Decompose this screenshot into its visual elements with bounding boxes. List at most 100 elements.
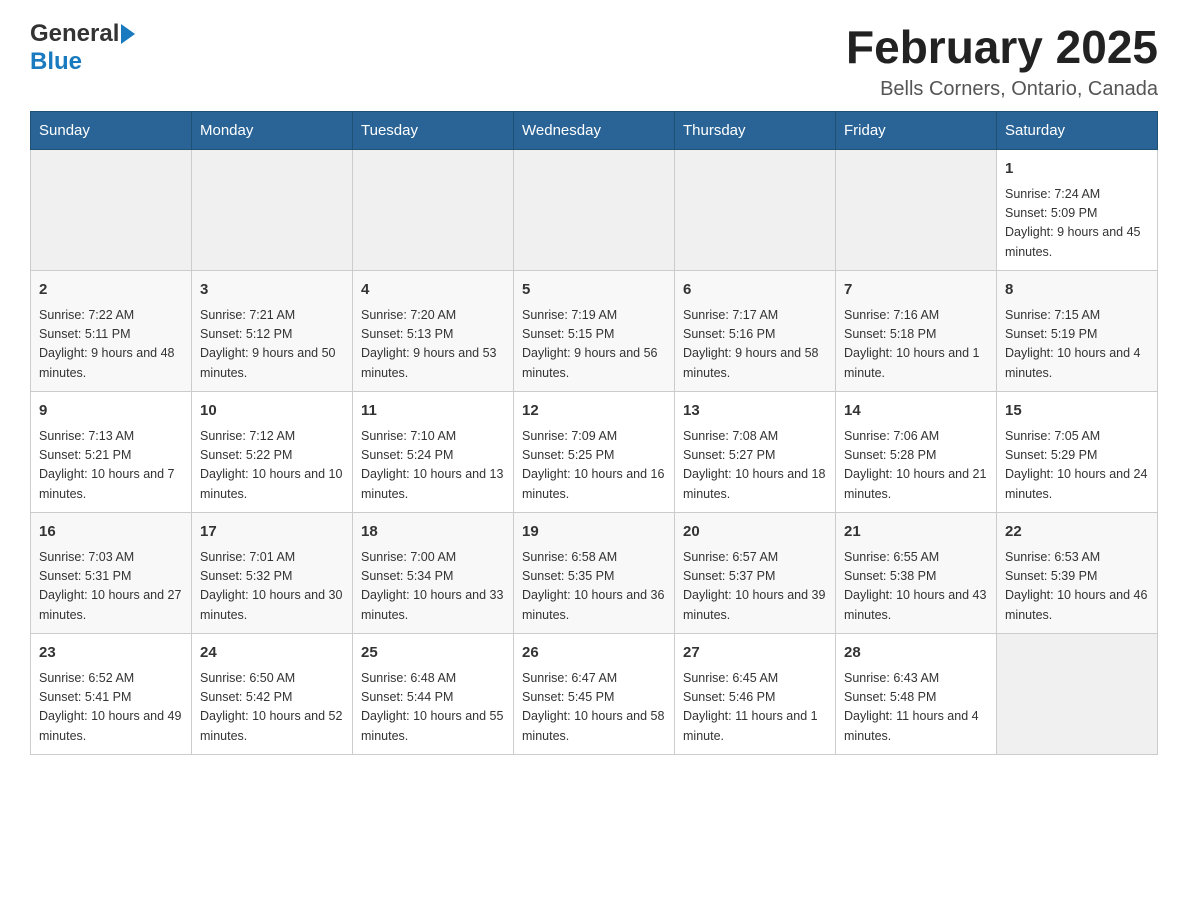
day-info: Sunrise: 6:43 AM Sunset: 5:48 PM Dayligh… — [844, 669, 988, 747]
day-info: Sunrise: 6:50 AM Sunset: 5:42 PM Dayligh… — [200, 669, 344, 747]
day-number: 6 — [683, 279, 827, 302]
day-info: Sunrise: 6:52 AM Sunset: 5:41 PM Dayligh… — [39, 669, 183, 747]
day-number: 4 — [361, 279, 505, 302]
calendar-week-row: 2 Sunrise: 7:22 AM Sunset: 5:11 PM Daylig… — [31, 271, 1158, 392]
day-info: Sunrise: 7:03 AM Sunset: 5:31 PM Dayligh… — [39, 548, 183, 626]
day-number: 13 — [683, 400, 827, 423]
calendar-week-row: 1Sunrise: 7:24 AM Sunset: 5:09 PM Daylig… — [31, 150, 1158, 271]
day-number: 24 — [200, 642, 344, 665]
col-saturday: Saturday — [997, 112, 1158, 150]
day-number: 9 — [39, 400, 183, 423]
calendar-cell: 12Sunrise: 7:09 AM Sunset: 5:25 PM Dayli… — [514, 392, 675, 513]
col-tuesday: Tuesday — [353, 112, 514, 150]
day-number: 7 — [844, 279, 988, 302]
day-number: 11 — [361, 400, 505, 423]
day-number: 16 — [39, 521, 183, 544]
calendar-cell — [192, 150, 353, 271]
day-info: Sunrise: 6:58 AM Sunset: 5:35 PM Dayligh… — [522, 548, 666, 626]
logo-general: General — [30, 20, 119, 48]
col-friday: Friday — [836, 112, 997, 150]
calendar-cell: 21 Sunrise: 6:55 AM Sunset: 5:38 PM Dayli… — [836, 513, 997, 634]
calendar-cell: 19 Sunrise: 6:58 AM Sunset: 5:35 PM Dayli… — [514, 513, 675, 634]
calendar-cell: 2 Sunrise: 7:22 AM Sunset: 5:11 PM Daylig… — [31, 271, 192, 392]
day-info: Sunrise: 7:00 AM Sunset: 5:34 PM Dayligh… — [361, 548, 505, 626]
calendar-cell: 28 Sunrise: 6:43 AM Sunset: 5:48 PM Dayli… — [836, 634, 997, 755]
day-number: 19 — [522, 521, 666, 544]
calendar-cell: 20Sunrise: 6:57 AM Sunset: 5:37 PM Dayli… — [675, 513, 836, 634]
day-number: 14 — [844, 400, 988, 423]
day-info: Sunrise: 7:12 AM Sunset: 5:22 PM Dayligh… — [200, 427, 344, 505]
calendar-cell: 1Sunrise: 7:24 AM Sunset: 5:09 PM Daylig… — [997, 150, 1158, 271]
day-info: Sunrise: 7:19 AM Sunset: 5:15 PM Dayligh… — [522, 306, 666, 384]
day-number: 15 — [1005, 400, 1149, 423]
calendar-cell: 8 Sunrise: 7:15 AM Sunset: 5:19 PM Daylig… — [997, 271, 1158, 392]
logo-blue: Blue — [30, 48, 82, 75]
day-number: 21 — [844, 521, 988, 544]
day-info: Sunrise: 6:53 AM Sunset: 5:39 PM Dayligh… — [1005, 548, 1149, 626]
calendar-cell: 24 Sunrise: 6:50 AM Sunset: 5:42 PM Dayli… — [192, 634, 353, 755]
day-number: 5 — [522, 279, 666, 302]
calendar-cell: 18 Sunrise: 7:00 AM Sunset: 5:34 PM Dayli… — [353, 513, 514, 634]
calendar-cell: 15 Sunrise: 7:05 AM Sunset: 5:29 PM Dayli… — [997, 392, 1158, 513]
calendar-cell: 17 Sunrise: 7:01 AM Sunset: 5:32 PM Dayli… — [192, 513, 353, 634]
day-info: Sunrise: 6:45 AM Sunset: 5:46 PM Dayligh… — [683, 669, 827, 747]
day-info: Sunrise: 7:05 AM Sunset: 5:29 PM Dayligh… — [1005, 427, 1149, 505]
day-info: Sunrise: 7:15 AM Sunset: 5:19 PM Dayligh… — [1005, 306, 1149, 384]
day-info: Sunrise: 7:01 AM Sunset: 5:32 PM Dayligh… — [200, 548, 344, 626]
calendar-cell — [514, 150, 675, 271]
day-number: 22 — [1005, 521, 1149, 544]
calendar-cell: 13 Sunrise: 7:08 AM Sunset: 5:27 PM Dayli… — [675, 392, 836, 513]
calendar-cell — [836, 150, 997, 271]
location: Bells Corners, Ontario, Canada — [846, 78, 1158, 101]
day-number: 18 — [361, 521, 505, 544]
calendar-week-row: 23 Sunrise: 6:52 AM Sunset: 5:41 PM Dayli… — [31, 634, 1158, 755]
day-number: 3 — [200, 279, 344, 302]
title-section: February 2025 Bells Corners, Ontario, Ca… — [846, 20, 1158, 101]
calendar-cell — [31, 150, 192, 271]
calendar-cell: 7 Sunrise: 7:16 AM Sunset: 5:18 PM Daylig… — [836, 271, 997, 392]
day-number: 10 — [200, 400, 344, 423]
calendar-cell: 5 Sunrise: 7:19 AM Sunset: 5:15 PM Daylig… — [514, 271, 675, 392]
month-title: February 2025 — [846, 20, 1158, 74]
calendar-cell — [997, 634, 1158, 755]
day-info: Sunrise: 7:10 AM Sunset: 5:24 PM Dayligh… — [361, 427, 505, 505]
day-info: Sunrise: 7:20 AM Sunset: 5:13 PM Dayligh… — [361, 306, 505, 384]
day-number: 26 — [522, 642, 666, 665]
calendar-cell: 11 Sunrise: 7:10 AM Sunset: 5:24 PM Dayli… — [353, 392, 514, 513]
day-info: Sunrise: 7:22 AM Sunset: 5:11 PM Dayligh… — [39, 306, 183, 384]
calendar-cell — [675, 150, 836, 271]
calendar-table: Sunday Monday Tuesday Wednesday Thursday… — [30, 111, 1158, 755]
day-number: 12 — [522, 400, 666, 423]
calendar-cell: 23 Sunrise: 6:52 AM Sunset: 5:41 PM Dayli… — [31, 634, 192, 755]
day-info: Sunrise: 7:13 AM Sunset: 5:21 PM Dayligh… — [39, 427, 183, 505]
calendar-cell: 25 Sunrise: 6:48 AM Sunset: 5:44 PM Dayli… — [353, 634, 514, 755]
day-number: 25 — [361, 642, 505, 665]
calendar-cell: 4 Sunrise: 7:20 AM Sunset: 5:13 PM Daylig… — [353, 271, 514, 392]
day-number: 23 — [39, 642, 183, 665]
day-info: Sunrise: 6:57 AM Sunset: 5:37 PM Dayligh… — [683, 548, 827, 626]
day-info: Sunrise: 7:17 AM Sunset: 5:16 PM Dayligh… — [683, 306, 827, 384]
page-header: General Blue February 2025 Bells Corners… — [30, 20, 1158, 101]
calendar-week-row: 16 Sunrise: 7:03 AM Sunset: 5:31 PM Dayli… — [31, 513, 1158, 634]
day-info: Sunrise: 6:47 AM Sunset: 5:45 PM Dayligh… — [522, 669, 666, 747]
day-info: Sunrise: 6:55 AM Sunset: 5:38 PM Dayligh… — [844, 548, 988, 626]
calendar-cell: 22 Sunrise: 6:53 AM Sunset: 5:39 PM Dayli… — [997, 513, 1158, 634]
day-info: Sunrise: 7:16 AM Sunset: 5:18 PM Dayligh… — [844, 306, 988, 384]
calendar-cell: 9 Sunrise: 7:13 AM Sunset: 5:21 PM Daylig… — [31, 392, 192, 513]
calendar-cell: 6 Sunrise: 7:17 AM Sunset: 5:16 PM Daylig… — [675, 271, 836, 392]
calendar-cell: 3 Sunrise: 7:21 AM Sunset: 5:12 PM Daylig… — [192, 271, 353, 392]
calendar-cell: 10 Sunrise: 7:12 AM Sunset: 5:22 PM Dayli… — [192, 392, 353, 513]
col-sunday: Sunday — [31, 112, 192, 150]
col-monday: Monday — [192, 112, 353, 150]
calendar-cell: 26 Sunrise: 6:47 AM Sunset: 5:45 PM Dayli… — [514, 634, 675, 755]
day-number: 8 — [1005, 279, 1149, 302]
day-info: Sunrise: 7:21 AM Sunset: 5:12 PM Dayligh… — [200, 306, 344, 384]
day-info: Sunrise: 7:24 AM Sunset: 5:09 PM Dayligh… — [1005, 185, 1149, 263]
calendar-cell: 27Sunrise: 6:45 AM Sunset: 5:46 PM Dayli… — [675, 634, 836, 755]
day-info: Sunrise: 7:08 AM Sunset: 5:27 PM Dayligh… — [683, 427, 827, 505]
day-info: Sunrise: 6:48 AM Sunset: 5:44 PM Dayligh… — [361, 669, 505, 747]
day-number: 28 — [844, 642, 988, 665]
day-number: 17 — [200, 521, 344, 544]
day-number: 2 — [39, 279, 183, 302]
col-thursday: Thursday — [675, 112, 836, 150]
